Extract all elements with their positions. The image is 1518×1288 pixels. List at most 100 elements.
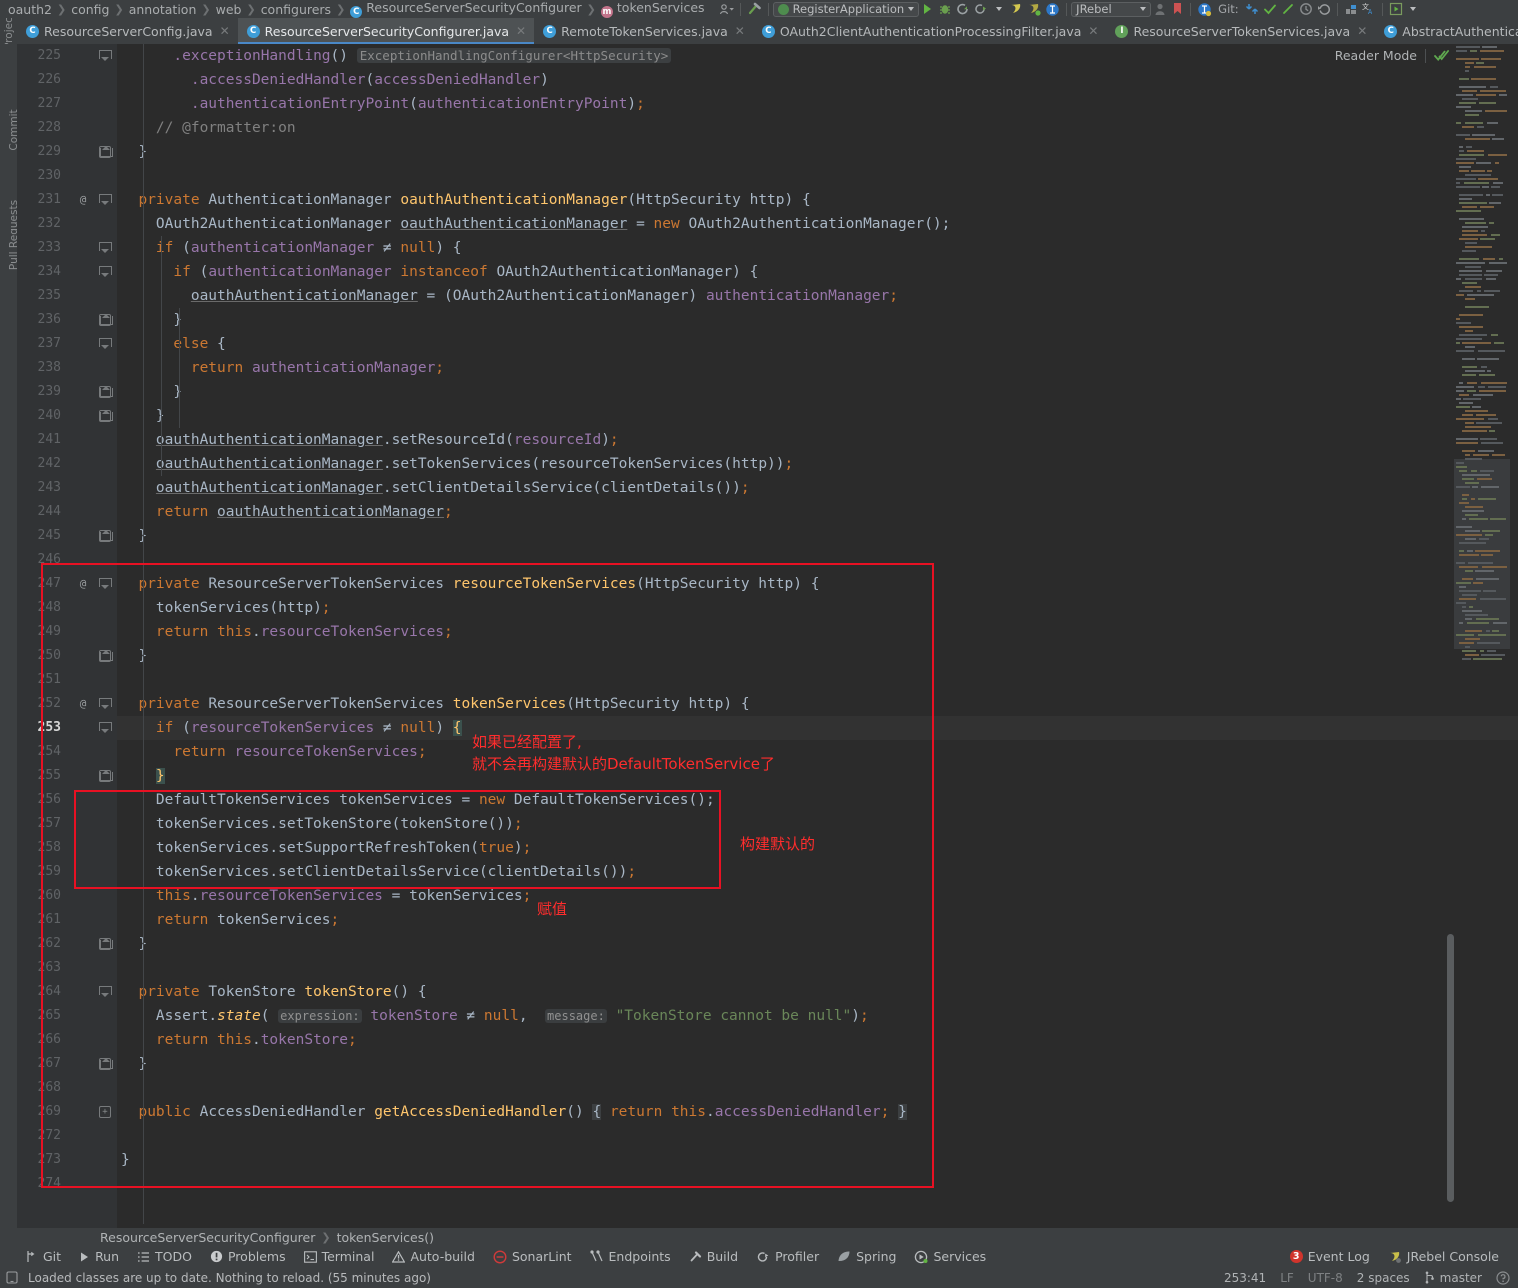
git-history-icon[interactable] bbox=[1297, 0, 1315, 18]
gutter-line-260[interactable]: 260 bbox=[17, 884, 117, 908]
code-minimap[interactable] bbox=[1454, 44, 1510, 664]
code-line-248[interactable]: tokenServices(http); bbox=[117, 596, 1518, 620]
debug-icon[interactable] bbox=[936, 0, 954, 18]
gutter-line-241[interactable]: 241 bbox=[17, 428, 117, 452]
chevron-down-icon[interactable] bbox=[990, 0, 1007, 18]
fold-end-icon[interactable] bbox=[99, 386, 113, 398]
gutter-line-235[interactable]: 235 bbox=[17, 284, 117, 308]
close-icon[interactable]: ✕ bbox=[220, 24, 230, 38]
profile-icon[interactable] bbox=[972, 0, 990, 18]
gutter-line-257[interactable]: 257 bbox=[17, 812, 117, 836]
code-editor[interactable]: 225 226 227 228 229 230 231 @232 233 234 235 236 237… bbox=[17, 44, 1518, 1228]
gutter-line-232[interactable]: 232 bbox=[17, 212, 117, 236]
fold-collapse-icon[interactable] bbox=[99, 194, 112, 206]
gutter-line-245[interactable]: 245 bbox=[17, 524, 117, 548]
gutter-line-255[interactable]: 255 bbox=[17, 764, 117, 788]
git-push-icon[interactable] bbox=[1279, 0, 1297, 18]
gutter-line-239[interactable]: 239 bbox=[17, 380, 117, 404]
tool-window-profiler[interactable]: Profiler bbox=[747, 1246, 828, 1267]
fold-collapse-icon[interactable] bbox=[99, 242, 112, 254]
gutter-line-237[interactable]: 237 bbox=[17, 332, 117, 356]
gutter-line-228[interactable]: 228 bbox=[17, 116, 117, 140]
gutter-line-242[interactable]: 242 bbox=[17, 452, 117, 476]
code-line-243[interactable]: oauthAuthenticationManager.setClientDeta… bbox=[117, 476, 1518, 500]
gutter-line-258[interactable]: 258 bbox=[17, 836, 117, 860]
gutter-line-226[interactable]: 226 bbox=[17, 68, 117, 92]
code-line-246[interactable] bbox=[117, 548, 1518, 572]
breadcrumb-item-method[interactable]: m tokenServices bbox=[597, 0, 709, 18]
tool-window-build[interactable]: Build bbox=[680, 1246, 747, 1267]
git-update-icon[interactable] bbox=[1243, 0, 1261, 18]
code-line-273[interactable]: } bbox=[117, 1148, 1518, 1172]
fold-end-icon[interactable] bbox=[99, 530, 113, 542]
file-encoding[interactable]: UTF-8 bbox=[1308, 1271, 1343, 1285]
code-line-242[interactable]: oauthAuthenticationManager.setTokenServi… bbox=[117, 452, 1518, 476]
gutter-line-246[interactable]: 246 bbox=[17, 548, 117, 572]
inspections-ok-icon[interactable] bbox=[1434, 49, 1450, 63]
editor-tab-OAuth2ClientAuthenticationProcessingFilter[interactable]: C OAuth2ClientAuthenticationProcessingFi… bbox=[752, 18, 1107, 44]
fold-collapse-icon[interactable] bbox=[99, 338, 112, 350]
fold-collapse-icon[interactable] bbox=[99, 578, 112, 590]
code-line-234[interactable]: if (authenticationManager instanceof OAu… bbox=[117, 260, 1518, 284]
gutter-line-256[interactable]: 256 bbox=[17, 788, 117, 812]
code-line-240[interactable]: } bbox=[117, 404, 1518, 428]
jrebel-debug-icon[interactable] bbox=[1025, 0, 1043, 18]
gutter-line-251[interactable]: 251 bbox=[17, 668, 117, 692]
editor-tab-ResourceServerConfig[interactable]: C ResourceServerConfig.java ✕ bbox=[17, 18, 238, 44]
code-line-258[interactable]: tokenServices.setSupportRefreshToken(tru… bbox=[117, 836, 1518, 860]
gutter-line-274[interactable]: 274 bbox=[17, 1172, 117, 1196]
gutter-line-272[interactable]: 272 bbox=[17, 1124, 117, 1148]
git-commit-icon[interactable] bbox=[1261, 0, 1279, 18]
user-dropdown-icon[interactable] bbox=[717, 0, 736, 18]
gutter-line-250[interactable]: 250 bbox=[17, 644, 117, 668]
jrebel-selector[interactable]: JRebel bbox=[1071, 1, 1152, 17]
gutter-line-247[interactable]: 247 @ bbox=[17, 572, 117, 596]
tool-window-run[interactable]: Run bbox=[70, 1246, 128, 1267]
hammer-build-icon[interactable] bbox=[745, 0, 764, 18]
run-icon[interactable] bbox=[919, 0, 936, 18]
code-line-264[interactable]: private TokenStore tokenStore() { bbox=[117, 980, 1518, 1004]
close-icon[interactable]: ✕ bbox=[516, 24, 526, 38]
caret-position[interactable]: 253:41 bbox=[1224, 1271, 1266, 1285]
close-icon[interactable]: ✕ bbox=[735, 24, 745, 38]
code-line-225[interactable]: .exceptionHandling() ExceptionHandlingCo… bbox=[117, 44, 1518, 68]
code-line-253[interactable]: if (resourceTokenServices ≠ null) { bbox=[117, 716, 1518, 740]
code-line-269[interactable]: public AccessDeniedHandler getAccessDeni… bbox=[117, 1100, 1518, 1124]
breadcrumb-item-configurers[interactable]: configurers bbox=[257, 2, 335, 17]
code-line-255[interactable]: } bbox=[117, 764, 1518, 788]
fold-end-icon[interactable] bbox=[99, 650, 113, 662]
chevron-down-icon[interactable] bbox=[1405, 0, 1422, 18]
gutter-line-244[interactable]: 244 bbox=[17, 500, 117, 524]
fold-expand-icon[interactable]: + bbox=[99, 1106, 111, 1118]
code-line-247[interactable]: private ResourceServerTokenServices reso… bbox=[117, 572, 1518, 596]
gutter-line-229[interactable]: 229 bbox=[17, 140, 117, 164]
idea-search-icon[interactable] bbox=[1043, 0, 1062, 18]
gutter-line-227[interactable]: 227 bbox=[17, 92, 117, 116]
translate-icon[interactable]: 文A bbox=[1360, 0, 1378, 18]
breadcrumb-item-annotation[interactable]: annotation bbox=[125, 2, 201, 17]
fold-end-icon[interactable] bbox=[99, 146, 113, 158]
line-separator[interactable]: LF bbox=[1280, 1271, 1294, 1285]
code-line-261[interactable]: return tokenServices; bbox=[117, 908, 1518, 932]
close-icon[interactable]: ✕ bbox=[1088, 24, 1098, 38]
fold-collapse-icon[interactable] bbox=[99, 722, 112, 734]
code-line-256[interactable]: DefaultTokenServices tokenServices = new… bbox=[117, 788, 1518, 812]
code-line-263[interactable] bbox=[117, 956, 1518, 980]
gutter-line-234[interactable]: 234 bbox=[17, 260, 117, 284]
annotation-marker-icon[interactable]: @ bbox=[77, 698, 89, 710]
editor-tab-ResourceServerSecurityConfigurer[interactable]: C ResourceServerSecurityConfigurer.java … bbox=[237, 18, 535, 44]
code-line-230[interactable] bbox=[117, 164, 1518, 188]
code-line-254[interactable]: return resourceTokenServices; bbox=[117, 740, 1518, 764]
tool-window-spring[interactable]: Spring bbox=[828, 1246, 905, 1267]
fold-collapse-icon[interactable] bbox=[99, 986, 112, 998]
code-line-249[interactable]: return this.resourceTokenServices; bbox=[117, 620, 1518, 644]
gutter-line-262[interactable]: 262 bbox=[17, 932, 117, 956]
gutter-line-265[interactable]: 265 bbox=[17, 1004, 117, 1028]
code-line-272[interactable] bbox=[117, 1124, 1518, 1148]
code-line-262[interactable]: } bbox=[117, 932, 1518, 956]
code-line-252[interactable]: private ResourceServerTokenServices toke… bbox=[117, 692, 1518, 716]
fold-collapse-icon[interactable] bbox=[99, 50, 112, 62]
close-icon[interactable]: ✕ bbox=[1357, 24, 1367, 38]
git-rollback-icon[interactable] bbox=[1315, 0, 1333, 18]
gutter-line-243[interactable]: 243 bbox=[17, 476, 117, 500]
